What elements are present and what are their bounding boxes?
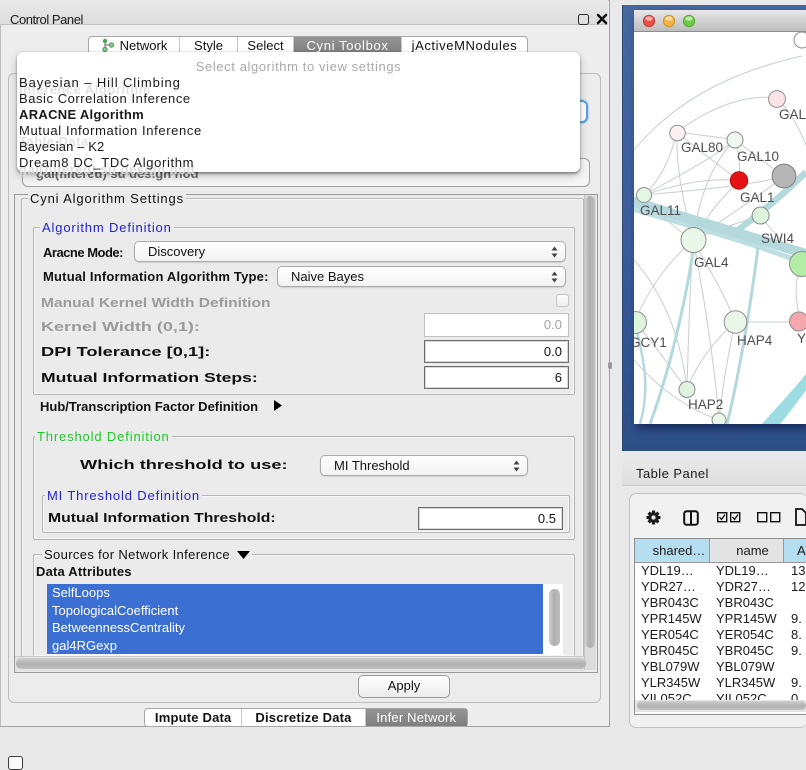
- svg-text:Y: Y: [797, 331, 806, 346]
- svg-text:GCY1: GCY1: [634, 335, 667, 350]
- svg-text:GAL: GAL: [779, 107, 806, 122]
- svg-text:GAL1: GAL1: [740, 190, 775, 205]
- svg-text:GAL11: GAL11: [640, 203, 681, 218]
- svg-text:HAP4: HAP4: [737, 333, 773, 348]
- svg-text:SWI4: SWI4: [761, 231, 794, 246]
- svg-text:GAL80: GAL80: [681, 140, 723, 155]
- svg-text:GAL4: GAL4: [694, 255, 729, 270]
- svg-text:GAL10: GAL10: [737, 149, 779, 164]
- svg-text:HAP2: HAP2: [688, 397, 723, 412]
